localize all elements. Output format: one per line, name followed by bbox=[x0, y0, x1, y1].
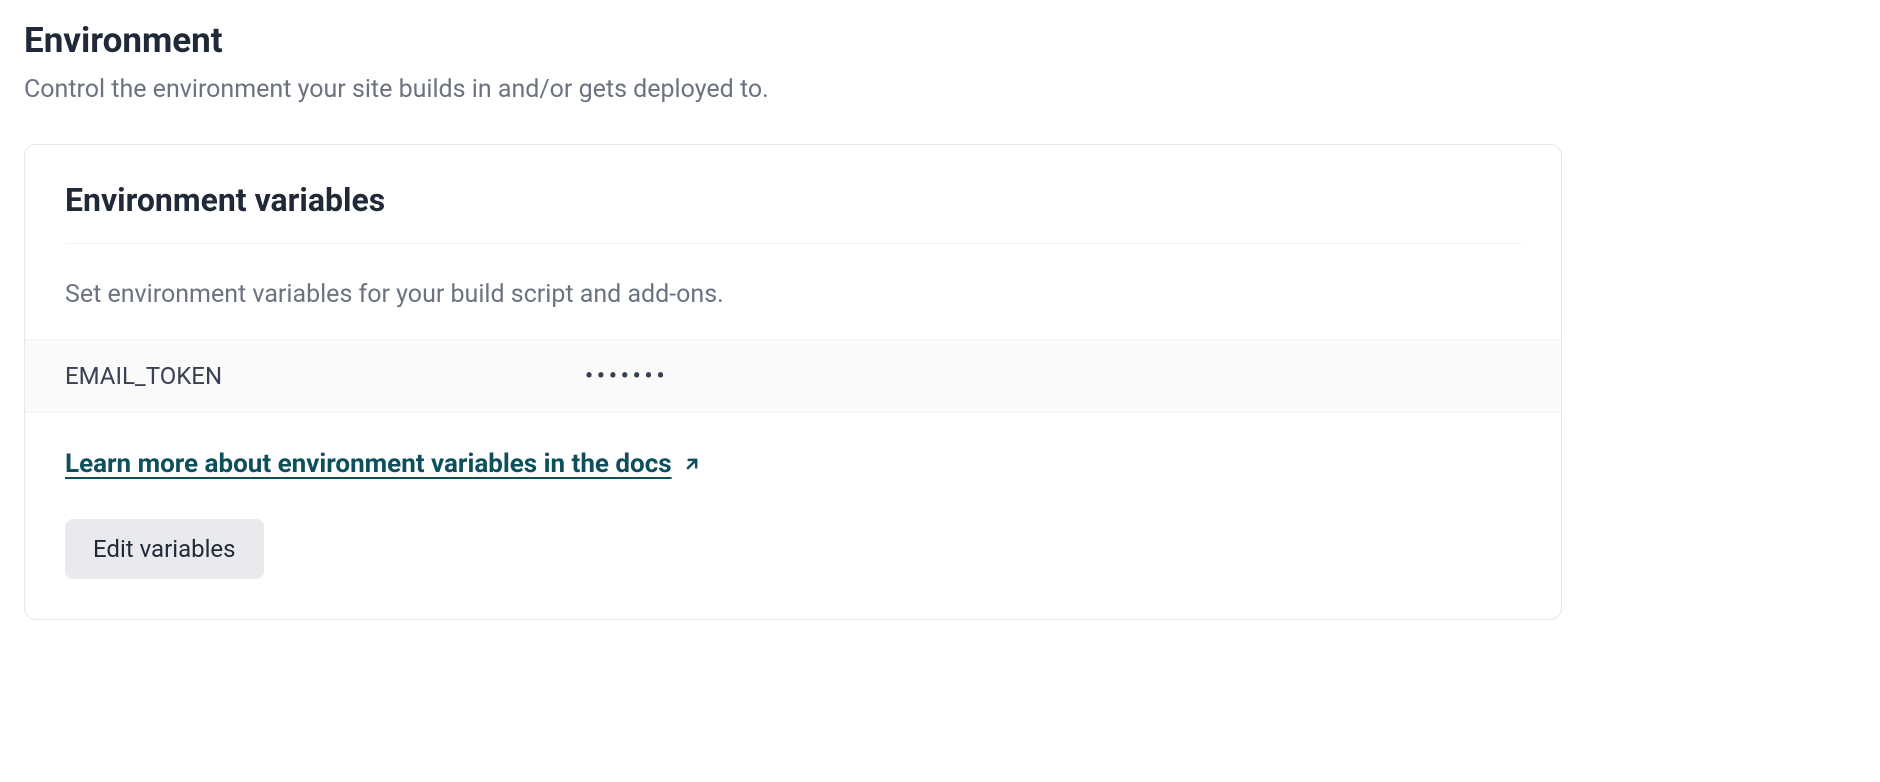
env-var-row: EMAIL_TOKEN ••••••• bbox=[25, 339, 1561, 413]
edit-variables-button[interactable]: Edit variables bbox=[65, 519, 264, 579]
card-description: Set environment variables for your build… bbox=[25, 244, 1561, 339]
page-title: Environment bbox=[24, 20, 1856, 61]
external-link-icon bbox=[682, 454, 702, 474]
page-subtitle: Control the environment your site builds… bbox=[24, 75, 1856, 104]
button-row: Edit variables bbox=[25, 489, 1561, 619]
docs-link[interactable]: Learn more about environment variables i… bbox=[65, 449, 672, 479]
environment-variables-card: Environment variables Set environment va… bbox=[24, 144, 1562, 620]
card-header: Environment variables bbox=[25, 145, 1561, 243]
docs-link-row: Learn more about environment variables i… bbox=[25, 413, 1561, 489]
card-title: Environment variables bbox=[65, 181, 1521, 219]
env-var-name: EMAIL_TOKEN bbox=[65, 362, 585, 390]
env-var-masked-value: ••••••• bbox=[585, 364, 668, 389]
